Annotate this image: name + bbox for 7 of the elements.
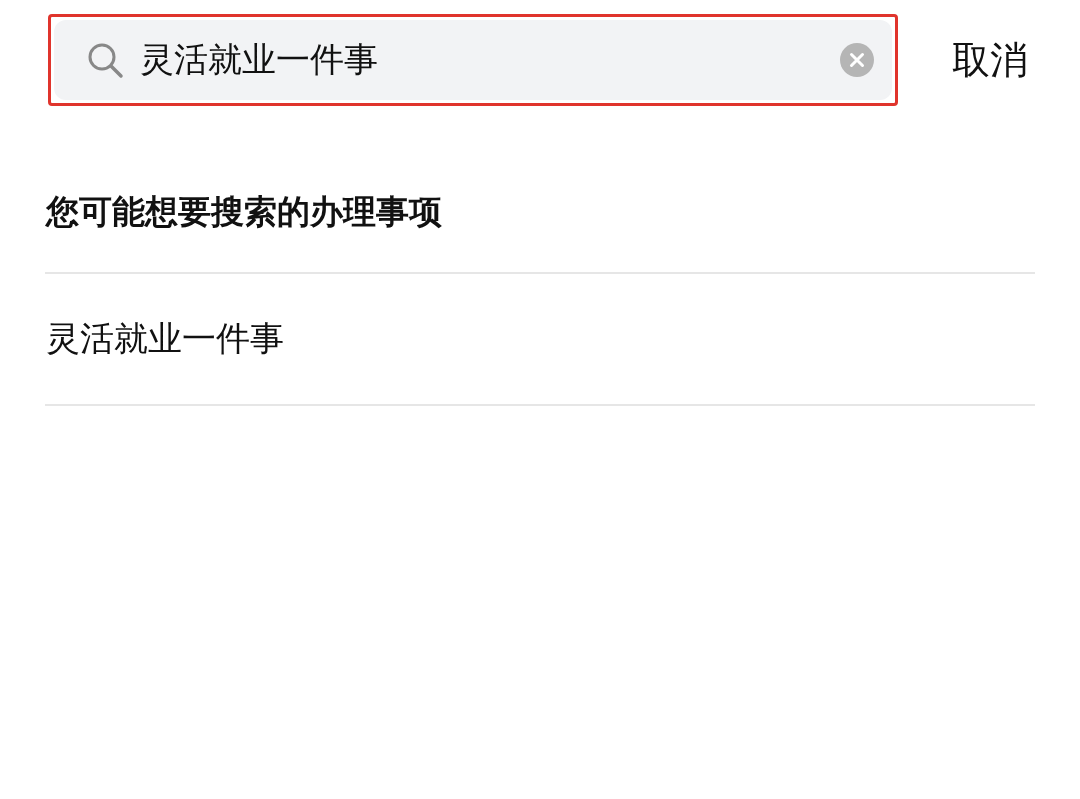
clear-icon[interactable] <box>840 43 874 77</box>
section-title: 您可能想要搜索的办理事项 <box>44 191 443 233</box>
search-input[interactable]: 灵活就业一件事 <box>140 40 824 80</box>
search-field[interactable]: 灵活就业一件事 <box>54 20 892 100</box>
search-icon <box>86 41 124 79</box>
result-item[interactable]: 灵活就业一件事 <box>0 274 1080 404</box>
cancel-button[interactable]: 取消 <box>952 34 1028 86</box>
